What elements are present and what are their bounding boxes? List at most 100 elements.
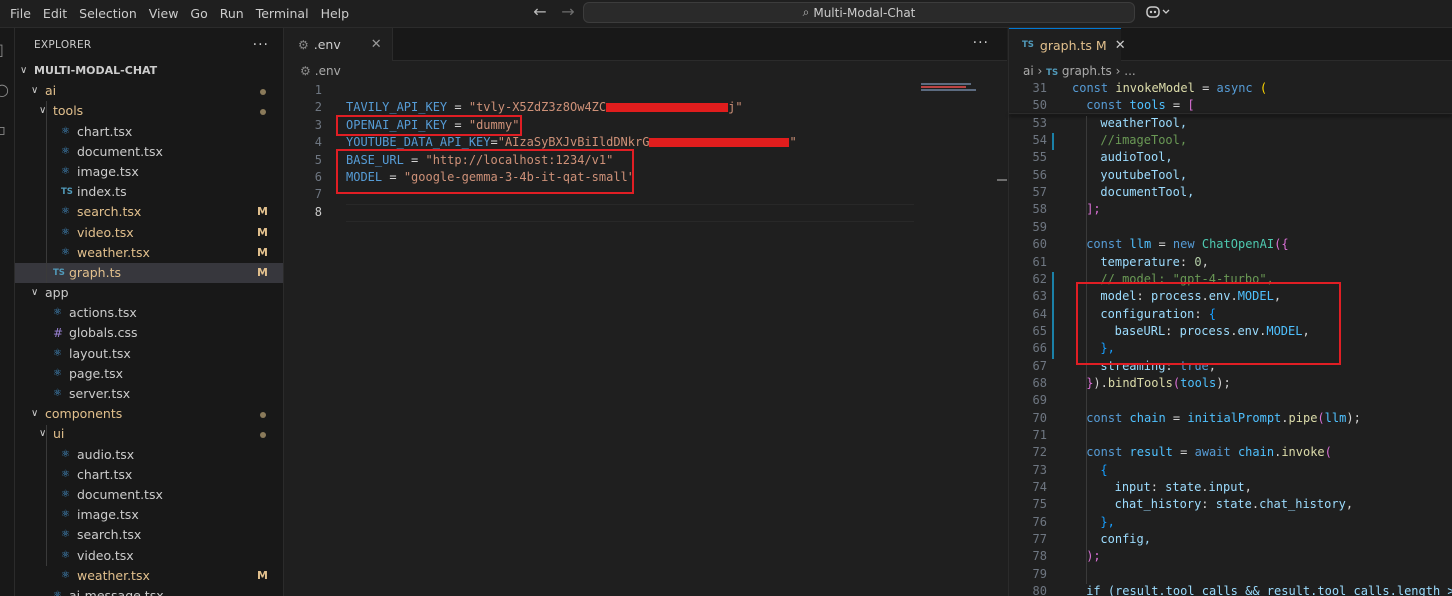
menu-go[interactable]: Go — [184, 2, 213, 26]
tree-file[interactable]: ⚛ chart.tsx — [15, 122, 283, 142]
close-icon[interactable]: ✕ — [371, 37, 382, 52]
navigation-arrows: ← → — [530, 2, 578, 21]
tree-file[interactable]: ⚛ weather.tsx M — [15, 243, 283, 263]
gear-icon: ⚙ — [300, 64, 311, 78]
source-control-icon[interactable]: ▫ — [0, 120, 6, 139]
tree-label: search.tsx — [77, 527, 142, 543]
search-icon: ⌕ — [802, 5, 810, 19]
tree-file[interactable]: ⚛ page.tsx — [15, 364, 283, 384]
close-icon[interactable]: ✕ — [1115, 38, 1126, 53]
code-line: const invokeModel = async ( — [1072, 81, 1267, 95]
code-token: ChatOpenAI — [1201, 237, 1275, 252]
tree-file[interactable]: ⚛ ai-message.tsx — [15, 586, 283, 596]
line-number: 74 — [1032, 480, 1047, 495]
menu-terminal[interactable]: Terminal — [250, 2, 315, 26]
tree-file[interactable]: TS graph.ts M — [15, 262, 283, 284]
chevron-down-icon: ∨ — [31, 287, 39, 299]
scrollbar-indicator[interactable] — [997, 179, 1007, 181]
code-token: ); — [1216, 375, 1231, 390]
tree-file[interactable]: ⚛ search.tsx M — [15, 202, 283, 222]
tree-file[interactable]: TS index.ts — [15, 182, 283, 202]
explorer-files-icon[interactable]: ▯ — [0, 40, 4, 59]
redaction-bar — [606, 103, 729, 113]
indent-guide — [46, 424, 47, 566]
env-value: "AIzaSyBXJvBiIldDNkrG — [497, 135, 650, 150]
menu-view[interactable]: View — [143, 2, 185, 26]
menu-bar: File Edit Selection View Go Run Terminal… — [0, 0, 355, 28]
copilot-icon[interactable] — [1146, 4, 1172, 24]
modified-badge: M — [257, 568, 268, 582]
tree-file[interactable]: ⚛ image.tsx — [15, 162, 283, 182]
line-number: 72 — [1032, 445, 1047, 460]
tree-folder[interactable]: ∨ ui — [15, 424, 283, 444]
code-token: invokeModel — [1115, 81, 1195, 95]
tree-file[interactable]: ⚛ video.tsx — [15, 546, 283, 566]
code-token: ); — [1086, 549, 1101, 564]
code-token: ( — [1317, 410, 1325, 425]
indent-guide — [46, 101, 47, 283]
tab-env[interactable]: ⚙ .env ✕ — [285, 28, 393, 61]
tree-file[interactable]: # globals.css — [15, 323, 283, 343]
tree-file[interactable]: ⚛ document.tsx — [15, 485, 283, 505]
env-breadcrumb[interactable]: ⚙ .env — [300, 64, 341, 78]
tree-file[interactable]: ⚛ video.tsx M — [15, 223, 283, 243]
tree-folder[interactable]: ∨ tools — [15, 101, 283, 121]
tree-file[interactable]: ⚛ chart.tsx — [15, 465, 283, 485]
tree-folder[interactable]: ∨ components — [15, 404, 283, 424]
tree-file[interactable]: ⚛ audio.tsx — [15, 445, 283, 465]
tree-label: document.tsx — [77, 486, 163, 502]
react-file-icon: ⚛ — [53, 307, 62, 319]
chevron-right-icon: › — [1037, 64, 1047, 78]
code-token: initialPrompt — [1187, 410, 1282, 425]
tree-file[interactable]: ⚛ weather.tsx M — [15, 566, 283, 586]
editor-more-actions-icon[interactable]: ··· — [973, 35, 989, 51]
tab-graph-ts[interactable]: TS graph.ts M ✕ — [1009, 28, 1126, 61]
react-file-icon: ⚛ — [61, 509, 70, 521]
code-token: tools — [1129, 98, 1166, 113]
tree-file[interactable]: ⚛ layout.tsx — [15, 344, 283, 364]
menu-help[interactable]: Help — [315, 2, 356, 26]
tab-graph-status: M — [1095, 37, 1107, 53]
graph-breadcrumb[interactable]: ai › TS graph.ts › ... — [1023, 64, 1136, 78]
react-file-icon: ⚛ — [53, 367, 62, 379]
tree-file[interactable]: ⚛ actions.tsx — [15, 303, 283, 323]
code-line: }, — [1100, 515, 1114, 529]
forward-arrow-icon[interactable]: → — [558, 2, 578, 21]
menu-edit[interactable]: Edit — [37, 2, 73, 26]
line-number: 3 — [314, 117, 322, 132]
tree-file[interactable]: ⚛ document.tsx — [15, 142, 283, 162]
tree-label: graph.ts — [69, 264, 121, 280]
tree-file[interactable]: ⚛ image.tsx — [15, 505, 283, 525]
breadcrumb-file-graph[interactable]: graph.ts — [1062, 64, 1112, 78]
tree-root-folder[interactable]: ∨ MULTI-MODAL-CHAT — [15, 61, 283, 81]
code-token: const — [1086, 410, 1123, 425]
react-file-icon: ⚛ — [61, 165, 70, 177]
chevron-down-icon: ∨ — [20, 65, 28, 76]
tree-file[interactable]: ⚛ server.tsx — [15, 384, 283, 404]
minimap[interactable] — [921, 83, 978, 95]
more-actions-icon[interactable]: ··· — [253, 37, 269, 53]
search-view-icon[interactable]: ○ — [0, 80, 9, 99]
tree-folder[interactable]: ∨ app — [15, 283, 283, 303]
menu-file[interactable]: File — [0, 2, 37, 26]
tree-file[interactable]: ⚛ search.tsx — [15, 525, 283, 545]
chevron-down-icon: ∨ — [31, 408, 39, 420]
react-file-icon: ⚛ — [61, 529, 70, 541]
breadcrumb-symbol[interactable]: ... — [1124, 64, 1135, 78]
tree-label: weather.tsx — [77, 244, 150, 260]
code-token: ( — [1252, 81, 1268, 95]
explorer-header: EXPLORER ··· — [15, 28, 283, 61]
gear-icon: ⚙ — [298, 37, 309, 52]
env-operator: = — [490, 135, 498, 150]
code-line: }).bindTools(tools); — [1086, 376, 1231, 390]
breadcrumb-folder-ai[interactable]: ai — [1023, 64, 1034, 78]
menu-selection[interactable]: Selection — [73, 2, 143, 26]
back-arrow-icon[interactable]: ← — [530, 2, 550, 21]
command-center-search[interactable]: ⌕ Multi-Modal-Chat — [583, 2, 1135, 23]
chevron-right-icon: › — [1115, 64, 1125, 78]
tree-label: image.tsx — [77, 163, 139, 179]
tree-folder[interactable]: ∨ ai — [15, 81, 283, 101]
menu-run[interactable]: Run — [214, 2, 250, 26]
